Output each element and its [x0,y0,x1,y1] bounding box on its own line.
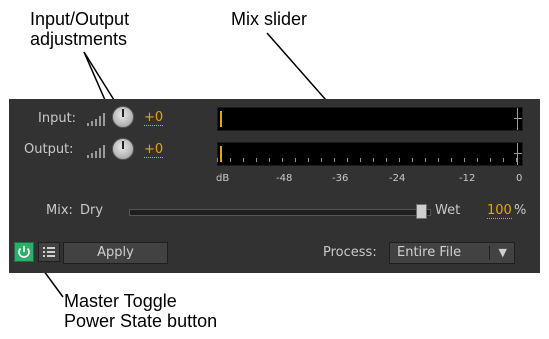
scale-label-48: -48 [276,173,293,184]
output-gain-value[interactable]: +0 [144,142,164,158]
mix-dry-label: Dry [80,203,104,218]
preset-list-button[interactable] [38,242,60,262]
mix-label: Mix: [46,203,73,218]
effect-panel: Input: +0 Output: +0 dB -48 -36 -24 -12 … [9,99,540,273]
callout-input-output: Input/Output adjustments [30,9,130,49]
scale-label-db: dB [216,173,230,184]
process-scope-value: Entire File [397,245,462,260]
mix-wet-label: Wet [435,203,461,218]
scale-label-24: -24 [389,173,406,184]
input-level-icon [87,112,105,126]
scale-label-0: 0 [516,173,523,184]
mix-percent-sign: % [514,203,527,218]
output-gain-knob[interactable] [112,138,134,160]
apply-button[interactable]: Apply [63,242,168,264]
master-power-toggle-button[interactable] [14,242,34,262]
input-label: Input: [38,111,77,126]
input-gain-knob[interactable] [112,106,134,128]
power-icon [18,246,30,258]
input-gain-value[interactable]: +0 [144,110,164,126]
process-label: Process: [323,245,377,260]
mix-slider-thumb[interactable] [416,204,427,219]
mix-slider-track[interactable] [129,209,431,216]
scale-label-12: -12 [459,173,476,184]
output-level-icon [87,144,105,158]
list-icon [43,247,55,257]
meter-scale-ticks [217,158,523,166]
scale-label-36: -36 [332,173,349,184]
callout-master-toggle: Master Toggle Power State button [64,291,218,331]
callout-mix-slider: Mix slider [231,9,308,29]
chevron-down-icon: ▼ [498,246,507,259]
output-label: Output: [24,142,74,157]
mix-wet-value[interactable]: 100 [487,203,512,219]
process-scope-select[interactable]: Entire File ▼ [389,242,515,264]
input-level-meter [217,107,523,131]
select-separator [489,246,490,260]
